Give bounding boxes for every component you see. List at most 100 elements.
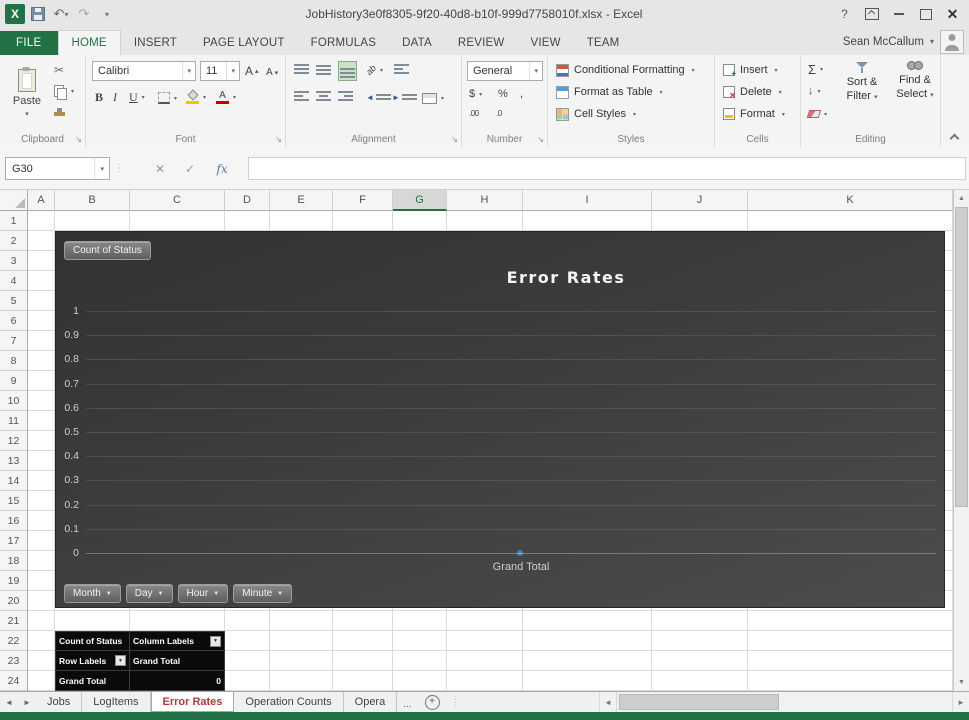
close-button[interactable]: ✕ <box>939 3 966 25</box>
excel-logo-icon[interactable]: X <box>5 4 25 24</box>
sheet-tab-error-rates[interactable]: Error Rates <box>151 692 235 712</box>
row-header-7[interactable]: 7 <box>0 331 27 351</box>
row-header-4[interactable]: 4 <box>0 271 27 291</box>
dialog-launcher-icon[interactable]: ↘ <box>451 136 458 144</box>
filter-dropdown-icon[interactable]: ▼ <box>210 636 221 647</box>
row-header-17[interactable]: 17 <box>0 531 27 551</box>
decrease-font-size-button[interactable]: A▾ <box>266 65 278 81</box>
insert-cells-button[interactable]: +Insert▾ <box>723 61 778 79</box>
copy-button[interactable]: ▾ <box>54 84 74 98</box>
insert-function-button[interactable]: fx <box>210 157 234 180</box>
redo-button[interactable]: ↷ <box>74 4 94 24</box>
chart-axis-field-button-minute[interactable]: Minute▼ <box>233 584 292 603</box>
font-size-combo[interactable]: 11 ▾ <box>200 61 240 81</box>
comma-style-button[interactable]: , <box>520 86 523 102</box>
row-header-10[interactable]: 10 <box>0 391 27 411</box>
pivot-cell[interactable]: 0 <box>130 671 225 691</box>
column-header-f[interactable]: F <box>333 190 393 211</box>
sheet-tab-jobs[interactable]: Jobs <box>36 692 82 712</box>
row-header-3[interactable]: 3 <box>0 251 27 271</box>
increase-indent-button[interactable]: ► <box>392 89 417 105</box>
chart-axis-field-button-day[interactable]: Day▼ <box>126 584 173 603</box>
ribbon-display-options-button[interactable] <box>858 3 885 25</box>
collapse-ribbon-icon[interactable] <box>950 133 959 141</box>
vertical-scroll-thumb[interactable] <box>955 207 968 507</box>
cell-styles-button[interactable]: Cell Styles▾ <box>556 105 636 123</box>
ribbon-tab-team[interactable]: TEAM <box>574 31 633 55</box>
dropdown-arrow-icon[interactable]: ▾ <box>226 62 239 80</box>
column-header-e[interactable]: E <box>270 190 333 211</box>
sheet-tab-logitems[interactable]: LogItems <box>82 692 150 712</box>
paste-button[interactable]: Paste ▾ <box>5 60 49 126</box>
row-header-12[interactable]: 12 <box>0 431 27 451</box>
name-box-dropdown-icon[interactable]: ▾ <box>94 158 109 179</box>
scroll-left-icon[interactable]: ◄ <box>599 692 616 712</box>
orientation-button[interactable]: ab▾ <box>366 62 383 78</box>
fill-color-button[interactable]: ▾ <box>186 89 206 105</box>
ribbon-tab-home[interactable]: HOME <box>58 30 121 55</box>
align-bottom-button[interactable] <box>338 61 357 81</box>
row-header-19[interactable]: 19 <box>0 571 27 591</box>
undo-button[interactable]: ↶▾ <box>51 4 71 24</box>
delete-cells-button[interactable]: ✕Delete▾ <box>723 83 782 101</box>
sheet-nav-next-button[interactable]: ► <box>18 692 36 712</box>
row-header-16[interactable]: 16 <box>0 511 27 531</box>
ribbon-tab-data[interactable]: DATA <box>389 31 445 55</box>
pivot-field-button-count-of-status[interactable]: Count of Status <box>64 241 151 260</box>
column-header-i[interactable]: I <box>523 190 652 211</box>
borders-button[interactable]: ▾ <box>158 90 177 106</box>
new-sheet-button[interactable]: + <box>418 692 447 712</box>
sheet-tab-operation-counts[interactable]: Operation Counts <box>234 692 343 712</box>
align-left-button[interactable] <box>294 89 309 105</box>
dropdown-icon[interactable]: ▼ <box>115 655 126 666</box>
scroll-right-icon[interactable]: ► <box>952 692 969 712</box>
wrap-text-button[interactable] <box>394 62 409 78</box>
scroll-down-icon[interactable]: ▼ <box>954 675 969 690</box>
ribbon-tab-review[interactable]: REVIEW <box>445 31 518 55</box>
clear-button[interactable]: ▾ <box>808 106 827 122</box>
chart-title[interactable]: Error Rates <box>507 268 626 287</box>
horizontal-scroll-track[interactable] <box>616 692 952 712</box>
horizontal-scroll-thumb[interactable] <box>619 694 779 710</box>
align-middle-button[interactable] <box>316 62 331 78</box>
row-header-5[interactable]: 5 <box>0 291 27 311</box>
minimize-button[interactable] <box>885 3 912 25</box>
increase-decimal-button[interactable]: .00 <box>469 105 479 121</box>
horizontal-scrollbar[interactable]: ◄ ► <box>599 692 969 712</box>
formula-input[interactable] <box>248 157 966 180</box>
sheet-nav-prev-button[interactable]: ◄ <box>0 692 18 712</box>
column-header-c[interactable]: C <box>130 190 225 211</box>
column-header-a[interactable]: A <box>28 190 55 211</box>
align-top-button[interactable] <box>294 62 309 78</box>
ribbon-tab-insert[interactable]: INSERT <box>121 31 190 55</box>
row-header-6[interactable]: 6 <box>0 311 27 331</box>
row-header-2[interactable]: 2 <box>0 231 27 251</box>
increase-font-size-button[interactable]: A▴ <box>245 63 259 79</box>
dialog-launcher-icon[interactable]: ↘ <box>537 136 544 144</box>
bold-button[interactable]: B <box>95 89 103 105</box>
accounting-format-button[interactable]: $▾ <box>469 86 482 102</box>
pivot-chart[interactable]: Count of Status Error Rates 10.90.80.70.… <box>55 231 945 608</box>
ribbon-tab-formulas[interactable]: FORMULAS <box>298 31 390 55</box>
row-header-1[interactable]: 1 <box>0 211 27 231</box>
italic-button[interactable]: I <box>113 89 117 105</box>
pivot-cell[interactable]: Grand Total <box>55 671 130 691</box>
format-painter-button[interactable] <box>54 105 74 119</box>
row-header-23[interactable]: 23 <box>0 651 27 671</box>
row-header-8[interactable]: 8 <box>0 351 27 371</box>
row-header-21[interactable]: 21 <box>0 611 27 631</box>
conditional-formatting-button[interactable]: Conditional Formatting▾ <box>556 61 695 79</box>
column-header-h[interactable]: H <box>447 190 523 211</box>
number-format-combo[interactable]: General ▾ <box>467 61 543 81</box>
row-header-13[interactable]: 13 <box>0 451 27 471</box>
name-box[interactable]: G30 ▾ <box>5 157 110 180</box>
dropdown-arrow-icon[interactable]: ▾ <box>529 62 542 80</box>
font-color-button[interactable]: A▾ <box>216 89 236 105</box>
row-header-11[interactable]: 11 <box>0 411 27 431</box>
cancel-button[interactable]: ✕ <box>148 157 172 180</box>
column-header-d[interactable]: D <box>225 190 270 211</box>
pivot-cell[interactable]: Grand Total <box>130 651 225 671</box>
decrease-indent-button[interactable]: ◄ <box>366 89 391 105</box>
help-button[interactable]: ? <box>831 3 858 25</box>
percent-style-button[interactable]: % <box>498 86 508 102</box>
